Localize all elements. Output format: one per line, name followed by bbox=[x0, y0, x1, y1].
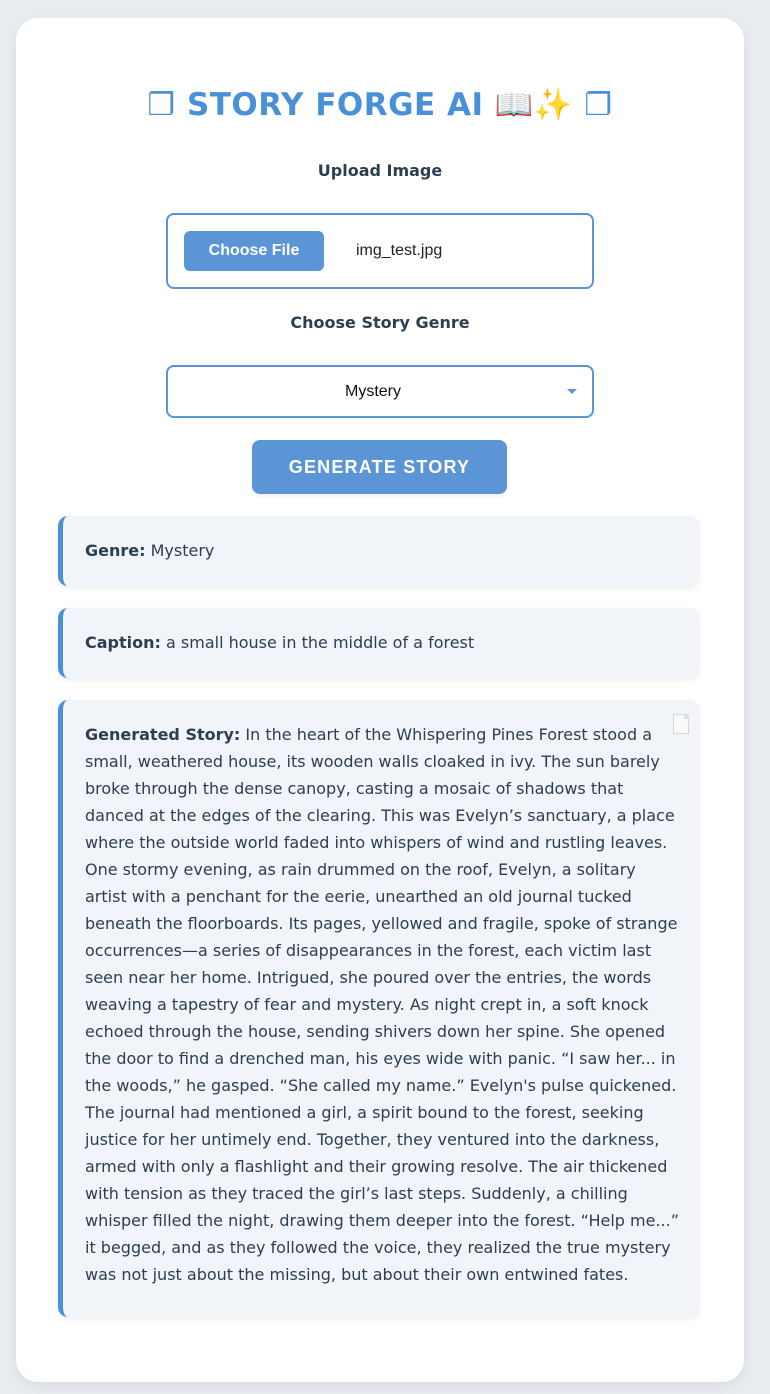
story-result-text: In the heart of the Whispering Pines For… bbox=[85, 725, 679, 1284]
genre-result-panel: Genre: Mystery bbox=[58, 516, 699, 586]
genre-result-label: Genre: bbox=[85, 541, 146, 560]
page-title: ❐ STORY FORGE AI 📖✨ ❐ bbox=[147, 87, 613, 123]
main-card: ❐ STORY FORGE AI 📖✨ ❐ Upload Image Choos… bbox=[16, 18, 744, 1382]
genre-result-value: Mystery bbox=[150, 541, 215, 560]
caption-result-value: a small house in the middle of a forest bbox=[166, 633, 475, 652]
choose-file-button[interactable]: Choose File bbox=[184, 231, 324, 271]
genre-select[interactable]: Mystery bbox=[166, 365, 594, 418]
document-icon[interactable] bbox=[673, 714, 689, 734]
caption-result-label: Caption: bbox=[85, 633, 161, 652]
selected-file-name: img_test.jpg bbox=[356, 242, 443, 259]
story-result-panel: Generated Story: In the heart of the Whi… bbox=[58, 700, 699, 1317]
chevron-down-icon bbox=[567, 389, 577, 394]
file-input[interactable]: Choose File img_test.jpg bbox=[166, 213, 594, 289]
upload-label: Upload Image bbox=[317, 161, 443, 180]
genre-select-value: Mystery bbox=[345, 383, 401, 400]
story-result-label: Generated Story: bbox=[85, 725, 241, 744]
generate-story-button[interactable]: GENERATE STORY bbox=[252, 440, 507, 494]
caption-result-panel: Caption: a small house in the middle of … bbox=[58, 608, 699, 678]
genre-label: Choose Story Genre bbox=[290, 313, 470, 332]
